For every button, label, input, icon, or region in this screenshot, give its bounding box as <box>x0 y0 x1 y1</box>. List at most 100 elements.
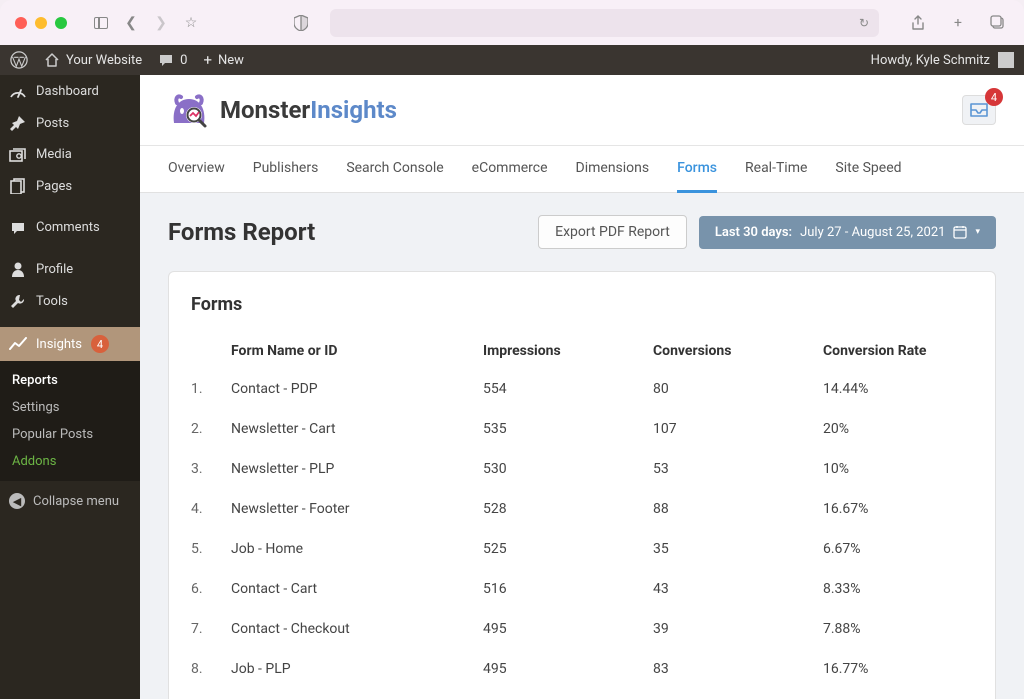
shield-icon[interactable] <box>290 15 312 31</box>
site-name-link[interactable]: Your Website <box>44 53 142 68</box>
avatar <box>998 52 1014 68</box>
close-window-button[interactable] <box>15 17 27 29</box>
cell-name: Newsletter - Cart <box>231 421 483 437</box>
wp-admin-bar: Your Website 0 + New Howdy, Kyle Schmitz <box>0 45 1024 75</box>
nav-back-icon[interactable]: ❮ <box>120 15 142 31</box>
sidebar-badge: 4 <box>91 335 109 353</box>
tab-publishers[interactable]: Publishers <box>253 146 319 192</box>
cell-rate: 16.77% <box>823 661 973 677</box>
report-tabs: Overview Publishers Search Console eCommerc… <box>140 146 1024 193</box>
sidebar-item-pages[interactable]: Pages <box>0 170 140 202</box>
cell-name: Contact - PDP <box>231 381 483 397</box>
row-index: 5. <box>191 541 231 557</box>
cell-conversions: 53 <box>653 461 823 477</box>
brand-logo[interactable]: MonsterInsights <box>168 89 397 131</box>
sidebar-item-dashboard[interactable]: Dashboard <box>0 75 140 107</box>
cell-name: Job - PLP <box>231 661 483 677</box>
collapse-menu-button[interactable]: ◀ Collapse menu <box>0 485 140 517</box>
cell-name: Newsletter - Footer <box>231 501 483 517</box>
new-tab-icon[interactable]: + <box>947 15 969 31</box>
tab-overview[interactable]: Overview <box>168 146 225 192</box>
monster-icon <box>168 89 210 131</box>
comments-count: 0 <box>180 53 187 68</box>
tab-dimensions[interactable]: Dimensions <box>576 146 650 192</box>
table-row: 3.Newsletter - PLP5305310% <box>191 449 973 489</box>
table-row: 7.Contact - Checkout495397.88% <box>191 609 973 649</box>
submenu-item-popular-posts[interactable]: Popular Posts <box>0 421 140 448</box>
new-content-link[interactable]: + New <box>203 51 243 69</box>
cell-impressions: 554 <box>483 381 653 397</box>
sidebar-item-tools[interactable]: Tools <box>0 285 140 317</box>
cell-rate: 14.44% <box>823 381 973 397</box>
submenu-item-addons[interactable]: Addons <box>0 448 140 475</box>
tab-ecommerce[interactable]: eCommerce <box>472 146 548 192</box>
sidebar-item-posts[interactable]: Posts <box>0 107 140 139</box>
col-conversions: Conversions <box>653 343 823 359</box>
tab-real-time[interactable]: Real-Time <box>745 146 807 192</box>
new-label: New <box>218 53 244 68</box>
cell-conversions: 43 <box>653 581 823 597</box>
tabs-overview-icon[interactable] <box>987 15 1009 31</box>
main-content: MonsterInsights 4 Overview Publishers Sear… <box>140 75 1024 699</box>
cell-impressions: 530 <box>483 461 653 477</box>
sidebar-item-label: Pages <box>36 179 72 194</box>
row-index: 2. <box>191 421 231 437</box>
comment-icon <box>9 221 27 235</box>
report-header: Forms Report Export PDF Report Last 30 d… <box>140 193 1024 271</box>
cell-impressions: 528 <box>483 501 653 517</box>
cell-conversions: 35 <box>653 541 823 557</box>
cell-rate: 10% <box>823 461 973 477</box>
calendar-icon <box>953 225 967 239</box>
sidebar-toggle-icon[interactable] <box>90 17 112 29</box>
table-row: 5.Job - Home525356.67% <box>191 529 973 569</box>
row-index: 1. <box>191 381 231 397</box>
sidebar-item-label: Insights <box>36 337 82 352</box>
row-index: 8. <box>191 661 231 677</box>
wordpress-icon <box>10 51 28 69</box>
share-icon[interactable] <box>907 15 929 31</box>
sidebar-item-profile[interactable]: Profile <box>0 253 140 285</box>
home-icon <box>44 53 60 67</box>
sidebar-item-label: Media <box>36 147 72 162</box>
export-pdf-button[interactable]: Export PDF Report <box>538 215 687 249</box>
nav-forward-icon[interactable]: ❯ <box>150 15 172 31</box>
tools-icon <box>9 293 27 309</box>
submenu-item-settings[interactable]: Settings <box>0 394 140 421</box>
sidebar-item-media[interactable]: Media <box>0 139 140 170</box>
sidebar-item-insights[interactable]: Insights 4 <box>0 327 140 361</box>
date-range-value: July 27 - August 25, 2021 <box>800 225 945 240</box>
tab-site-speed[interactable]: Site Speed <box>835 146 901 192</box>
wp-sidebar: Dashboard Posts Media Pages Comments ProfileT… <box>0 75 140 699</box>
minimize-window-button[interactable] <box>35 17 47 29</box>
maximize-window-button[interactable] <box>55 17 67 29</box>
cell-impressions: 525 <box>483 541 653 557</box>
inbox-badge-count: 4 <box>985 88 1003 106</box>
wp-logo[interactable] <box>10 51 28 69</box>
cell-conversions: 80 <box>653 381 823 397</box>
date-range-button[interactable]: Last 30 days: July 27 - August 25, 2021 … <box>699 216 996 249</box>
account-link[interactable]: Howdy, Kyle Schmitz <box>871 52 1014 68</box>
user-icon <box>9 261 27 277</box>
url-bar[interactable]: ↻ <box>330 9 879 37</box>
card-title: Forms <box>191 294 973 315</box>
reload-icon[interactable]: ↻ <box>859 16 869 30</box>
cell-impressions: 495 <box>483 621 653 637</box>
cell-conversions: 83 <box>653 661 823 677</box>
inbox-button[interactable]: 4 <box>962 95 996 125</box>
comments-link[interactable]: 0 <box>158 53 187 68</box>
table-row: 6.Contact - Cart516438.33% <box>191 569 973 609</box>
sidebar-item-label: Dashboard <box>36 84 99 99</box>
submenu-item-reports[interactable]: Reports <box>0 367 140 394</box>
date-range-label: Last 30 days: <box>715 225 792 240</box>
sidebar-item-comments[interactable]: Comments <box>0 212 140 243</box>
media-icon <box>9 148 27 162</box>
bookmark-star-icon[interactable]: ☆ <box>180 15 202 31</box>
tab-forms[interactable]: Forms <box>677 146 717 193</box>
collapse-icon: ◀ <box>9 493 25 509</box>
sidebar-item-label: Posts <box>36 116 69 131</box>
browser-chrome: ❮ ❯ ☆ ↻ + <box>0 0 1024 45</box>
howdy-label: Howdy, Kyle Schmitz <box>871 53 990 68</box>
table-row: 2.Newsletter - Cart53510720% <box>191 409 973 449</box>
dashboard-icon <box>9 83 27 99</box>
tab-search-console[interactable]: Search Console <box>346 146 443 192</box>
